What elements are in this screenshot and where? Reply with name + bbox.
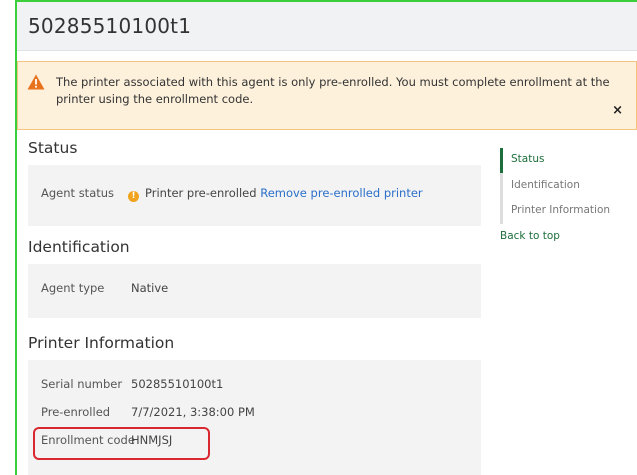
toc-item-identification[interactable]: Identification <box>511 179 580 191</box>
toc-item-printer-information[interactable]: Printer Information <box>511 204 610 216</box>
pre-enrolled-label: Pre-enrolled <box>41 405 111 419</box>
warning-icon <box>27 74 45 90</box>
identification-panel: Agent type Native <box>28 264 481 318</box>
agent-status-value: Printer pre-enrolled <box>145 186 257 200</box>
toc-active-indicator <box>500 148 503 173</box>
pre-enrolled-alert: The printer associated with this agent i… <box>17 61 637 130</box>
page-header: 50285510100t1 <box>17 2 637 51</box>
back-to-top-link[interactable]: Back to top <box>500 230 560 242</box>
enrollment-code-highlight <box>33 427 210 460</box>
toc-item-status[interactable]: Status <box>511 153 544 165</box>
pre-enrolled-value: 7/7/2021, 3:38:00 PM <box>131 405 255 419</box>
close-icon[interactable]: × <box>612 103 623 118</box>
agent-type-row: Agent type Native <box>41 281 168 295</box>
status-panel: Agent status! Printer pre-enrolled Remove… <box>28 165 481 226</box>
agent-status-row: Agent status! Printer pre-enrolled Remove… <box>41 186 423 202</box>
info-icon: ! <box>128 191 139 202</box>
remove-pre-enrolled-printer-link[interactable]: Remove pre-enrolled printer <box>260 186 422 200</box>
serial-number-label: Serial number <box>41 377 123 391</box>
serial-number-value: 50285510100t1 <box>131 377 224 391</box>
page-title: 50285510100t1 <box>28 14 192 38</box>
printer-information-section-title: Printer Information <box>28 334 175 352</box>
identification-section-title: Identification <box>28 238 130 256</box>
page-frame: 50285510100t1 The printer associated wit… <box>15 0 637 475</box>
pre-enrolled-row: Pre-enrolled 7/7/2021, 3:38:00 PM <box>41 405 255 419</box>
alert-message: The printer associated with this agent i… <box>56 75 610 106</box>
serial-number-row: Serial number 50285510100t1 <box>41 377 223 391</box>
agent-type-value: Native <box>131 281 169 295</box>
agent-status-label: Agent status <box>41 186 115 200</box>
status-section-title: Status <box>28 139 78 157</box>
agent-type-label: Agent type <box>41 281 105 295</box>
